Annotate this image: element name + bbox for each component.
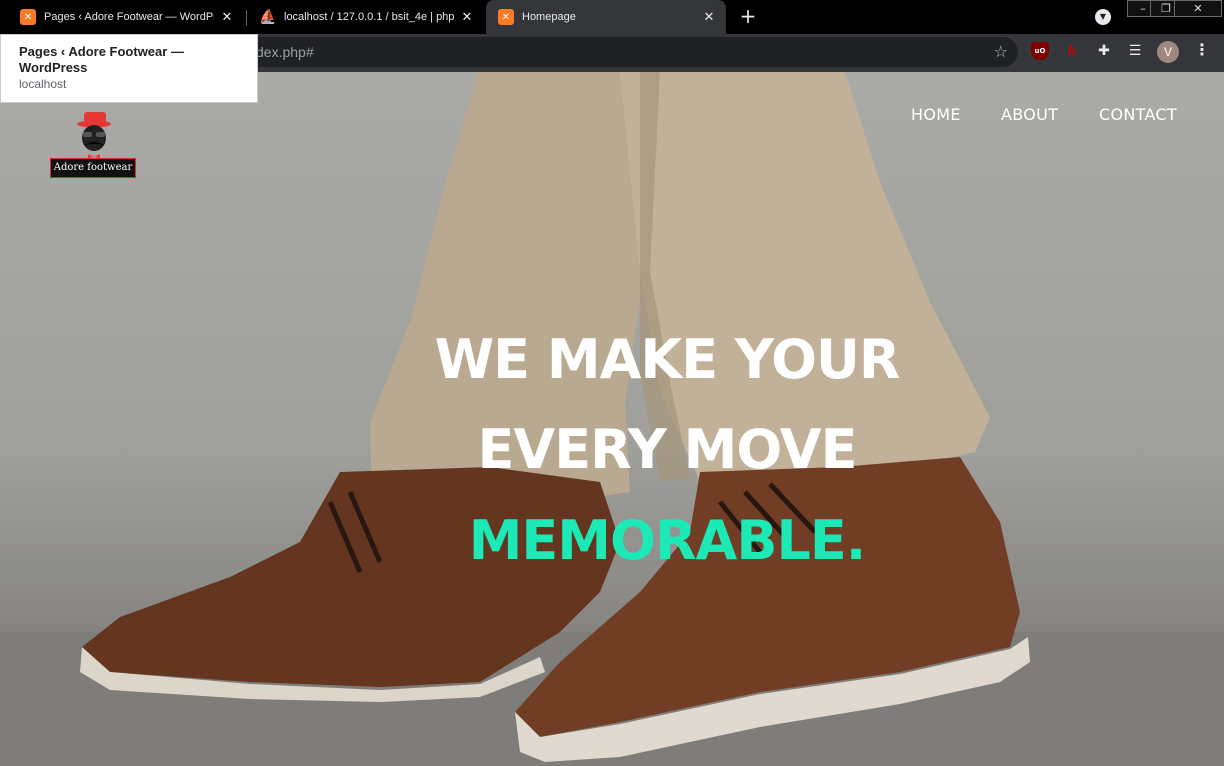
tab-title: Homepage xyxy=(522,11,576,23)
url-text[interactable]: dex.php# xyxy=(256,44,314,60)
nav-home[interactable]: HOME xyxy=(911,105,961,124)
tooltip-host: localhost xyxy=(19,77,67,91)
tab-hover-card: Pages ‹ Adore Footwear — WordPress local… xyxy=(0,34,258,103)
tab-search-icon[interactable]: ▼ xyxy=(1095,9,1111,25)
close-tab-icon[interactable]: ✕ xyxy=(220,10,234,25)
nav-about[interactable]: ABOUT xyxy=(1001,105,1058,124)
new-tab-button[interactable]: + xyxy=(737,5,759,27)
tab-strip: ✕ Pages ‹ Adore Footwear — WordPress ✕ ⛵… xyxy=(0,0,1224,34)
site-logo[interactable]: Adore footwear xyxy=(50,110,138,180)
logo-text: Adore footwear xyxy=(50,158,136,178)
hero-headline-line1: WE MAKE YOUR xyxy=(434,328,901,391)
xampp-icon: ✕ xyxy=(498,9,514,25)
media-queue-icon[interactable]: ☰ xyxy=(1126,42,1144,60)
homepage-hero: Adore footwear HOME ABOUT CONTACT WE MAK… xyxy=(0,72,1224,766)
xampp-icon: ✕ xyxy=(20,9,36,25)
close-tab-icon[interactable]: ✕ xyxy=(702,10,716,25)
hero-headline-line2: EVERY MOVE xyxy=(477,418,858,481)
close-window-button[interactable]: ✕ xyxy=(1174,0,1222,17)
extensions-puzzle-icon[interactable]: ✚ xyxy=(1095,42,1113,60)
mustache-man-icon xyxy=(77,112,111,159)
ublock-origin-icon[interactable]: uO xyxy=(1031,42,1049,60)
hypothesis-icon[interactable]: h xyxy=(1063,42,1081,60)
phpmyadmin-icon: ⛵ xyxy=(259,9,277,25)
more-options-icon[interactable]: ⋮ xyxy=(1194,40,1210,59)
bookmark-star-icon[interactable]: ☆ xyxy=(994,42,1008,61)
tab-homepage[interactable]: ✕ Homepage ✕ xyxy=(486,0,726,34)
address-bar[interactable]: dex.php# ☆ xyxy=(230,37,1018,67)
hero-headline-accent: MEMORABLE. xyxy=(468,509,867,572)
close-tab-icon[interactable]: ✕ xyxy=(460,10,474,25)
tab-title: localhost / 127.0.0.1 / bsit_4e | phpMyA… xyxy=(284,11,454,23)
tooltip-title: Pages ‹ Adore Footwear — WordPress xyxy=(19,44,184,75)
nav-contact[interactable]: CONTACT xyxy=(1099,105,1177,124)
tab-phpmyadmin[interactable]: ⛵ localhost / 127.0.0.1 / bsit_4e | phpM… xyxy=(248,0,484,34)
tab-title: Pages ‹ Adore Footwear — WordPress xyxy=(44,11,214,23)
tab-wordpress-pages[interactable]: ✕ Pages ‹ Adore Footwear — WordPress ✕ xyxy=(8,0,244,34)
profile-avatar[interactable]: V xyxy=(1157,41,1179,63)
